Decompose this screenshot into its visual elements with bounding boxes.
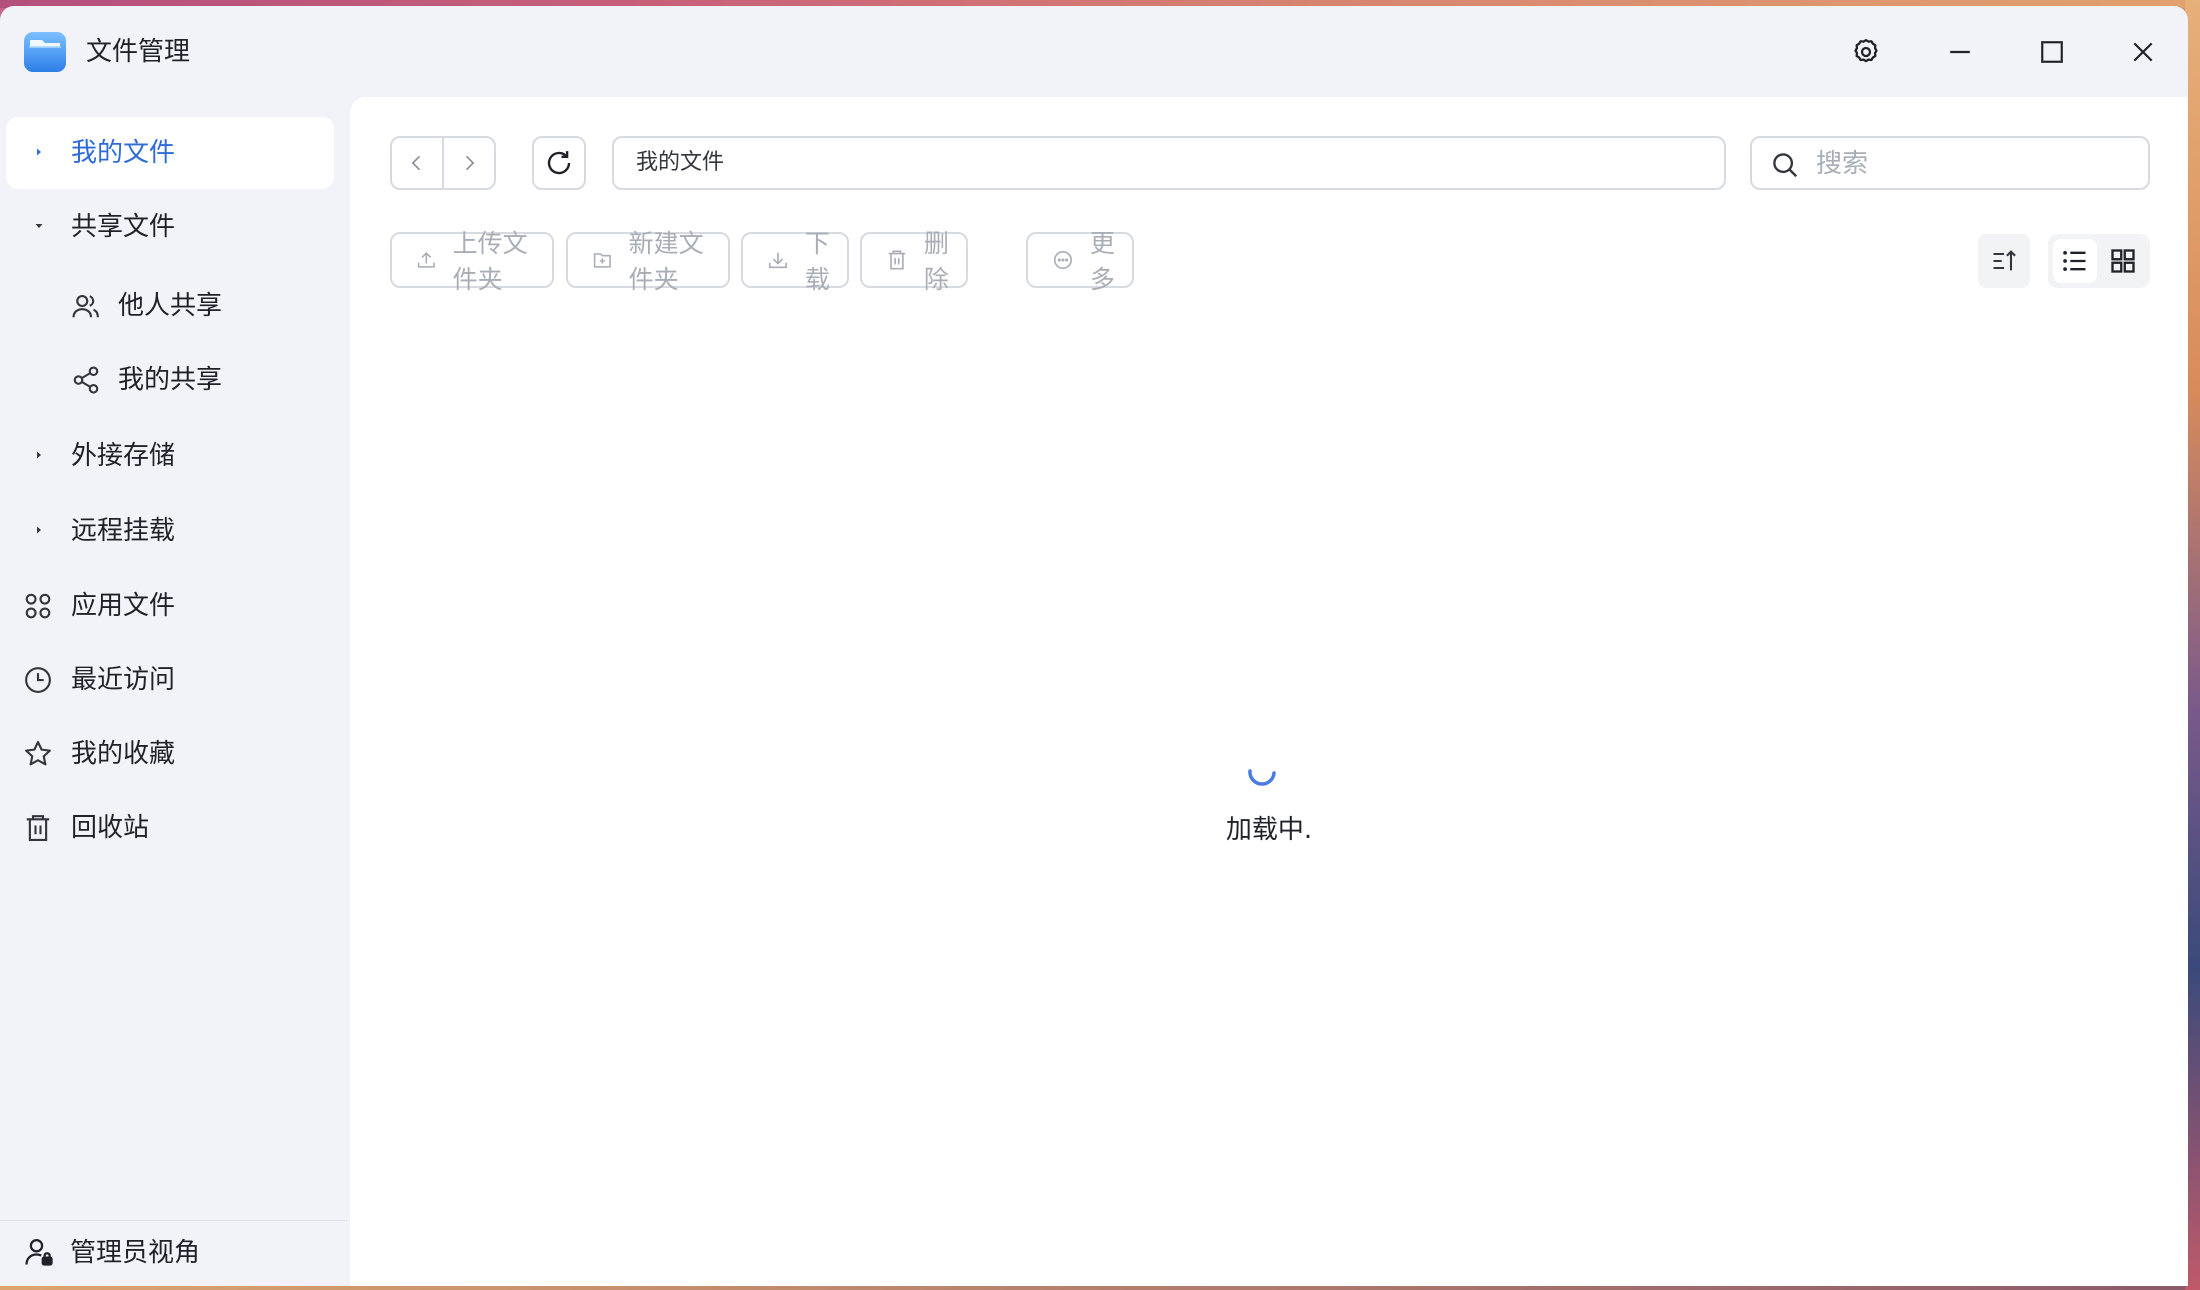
file-manager-window: 文件管理 我的文件 共享文件 他人共享 我的共享 外接存储 远程挂载 应用文件 …: [0, 6, 2188, 1286]
chevron-left-icon: [411, 155, 421, 171]
admin-user-icon: [25, 1239, 53, 1266]
sort-button[interactable]: [1978, 234, 2030, 288]
sidebar-item-label: 我的收藏: [71, 739, 176, 769]
sidebar-item-label: 共享文件: [71, 212, 176, 242]
upload-folder-button[interactable]: 上传文件夹: [390, 229, 554, 294]
chevron-right-icon: [465, 155, 475, 171]
gear-icon: [1854, 39, 1878, 63]
app-title: 文件管理: [86, 37, 191, 67]
back-button[interactable]: [392, 138, 442, 188]
sidebar-item-shared-with-me[interactable]: 他人共享: [6, 270, 334, 342]
sidebar-item-shared-files[interactable]: 共享文件: [6, 191, 334, 263]
minimize-icon: [1950, 50, 1970, 54]
grid-view-icon: [2111, 249, 2135, 273]
users-icon: [72, 294, 99, 318]
sidebar: 我的文件 共享文件 他人共享 我的共享 外接存储 远程挂载 应用文件 最近访问 …: [0, 96, 348, 1286]
upload-folder-label: 上传文件夹: [452, 229, 528, 294]
sidebar-item-remote-mount[interactable]: 远程挂载: [6, 495, 334, 567]
upload-icon: [417, 252, 435, 268]
trash-icon: [26, 815, 50, 841]
title-bar: 文件管理: [0, 6, 2188, 96]
sidebar-item-recent[interactable]: 最近访问: [6, 644, 334, 716]
sidebar-item-my-shares[interactable]: 我的共享: [6, 344, 334, 416]
more-icon: [1053, 250, 1072, 270]
spinner-icon: [1248, 769, 1276, 786]
list-view-icon: [2063, 250, 2086, 272]
folder-app-icon: [24, 32, 66, 72]
search-box: [1750, 136, 2150, 190]
sidebar-item-label: 回收站: [71, 813, 150, 843]
sidebar-item-label: 远程挂载: [71, 516, 176, 546]
loading-text: 加载中.: [1225, 815, 1313, 845]
search-input[interactable]: [1814, 146, 2138, 182]
grid-view-button[interactable]: [2101, 239, 2145, 283]
download-icon: [768, 252, 787, 269]
download-label: 下载: [804, 229, 830, 294]
new-folder-label: 新建文件夹: [628, 229, 704, 294]
close-button[interactable]: [2125, 34, 2161, 70]
star-icon: [25, 741, 51, 766]
download-button[interactable]: 下载: [741, 229, 849, 294]
list-view-button[interactable]: [2053, 239, 2097, 283]
caret-right-icon: [37, 526, 41, 534]
admin-view-button[interactable]: 管理员视角: [0, 1221, 348, 1286]
sidebar-item-label: 最近访问: [71, 665, 176, 695]
maximize-button[interactable]: [2034, 34, 2070, 70]
trash-icon: [888, 250, 906, 270]
new-folder-icon: [593, 253, 611, 268]
more-label: 更多: [1089, 229, 1115, 294]
share-icon: [73, 366, 99, 394]
settings-button[interactable]: [1848, 34, 1884, 70]
refresh-button[interactable]: [532, 136, 586, 190]
delete-button[interactable]: 删除: [860, 229, 968, 294]
main-panel: 我的文件 上传文件夹 新建文件夹 下载 删除 更多: [350, 97, 2188, 1286]
history-nav: [390, 136, 496, 190]
sidebar-item-label: 我的共享: [118, 365, 223, 395]
more-button[interactable]: 更多: [1026, 229, 1134, 294]
forward-button[interactable]: [442, 138, 494, 188]
admin-view-label: 管理员视角: [70, 1238, 201, 1268]
sidebar-item-label: 他人共享: [118, 291, 223, 321]
caret-right-icon: [37, 148, 41, 156]
sidebar-item-app-files[interactable]: 应用文件: [6, 570, 334, 642]
caret-right-icon: [37, 451, 41, 459]
sidebar-item-external-storage[interactable]: 外接存储: [6, 420, 334, 492]
caret-down-icon: [35, 224, 43, 228]
sidebar-item-label: 外接存储: [71, 441, 176, 471]
maximize-icon: [2041, 41, 2063, 63]
close-icon: [2133, 42, 2153, 62]
minimize-button[interactable]: [1942, 34, 1978, 70]
sidebar-item-label: 我的文件: [71, 138, 176, 168]
path-bar[interactable]: 我的文件: [612, 136, 1726, 190]
sidebar-item-my-files[interactable]: 我的文件: [6, 117, 334, 189]
clock-icon: [25, 667, 51, 693]
new-folder-button[interactable]: 新建文件夹: [566, 229, 730, 294]
apps-icon: [25, 593, 51, 619]
sidebar-item-label: 应用文件: [71, 591, 176, 621]
sidebar-item-recycle-bin[interactable]: 回收站: [6, 792, 334, 864]
sort-icon: [1993, 250, 2016, 271]
refresh-icon: [547, 151, 571, 175]
search-icon: [1773, 153, 1798, 178]
sidebar-item-favorites[interactable]: 我的收藏: [6, 718, 334, 790]
delete-label: 删除: [923, 229, 949, 294]
view-mode-toggle: [2048, 234, 2150, 288]
